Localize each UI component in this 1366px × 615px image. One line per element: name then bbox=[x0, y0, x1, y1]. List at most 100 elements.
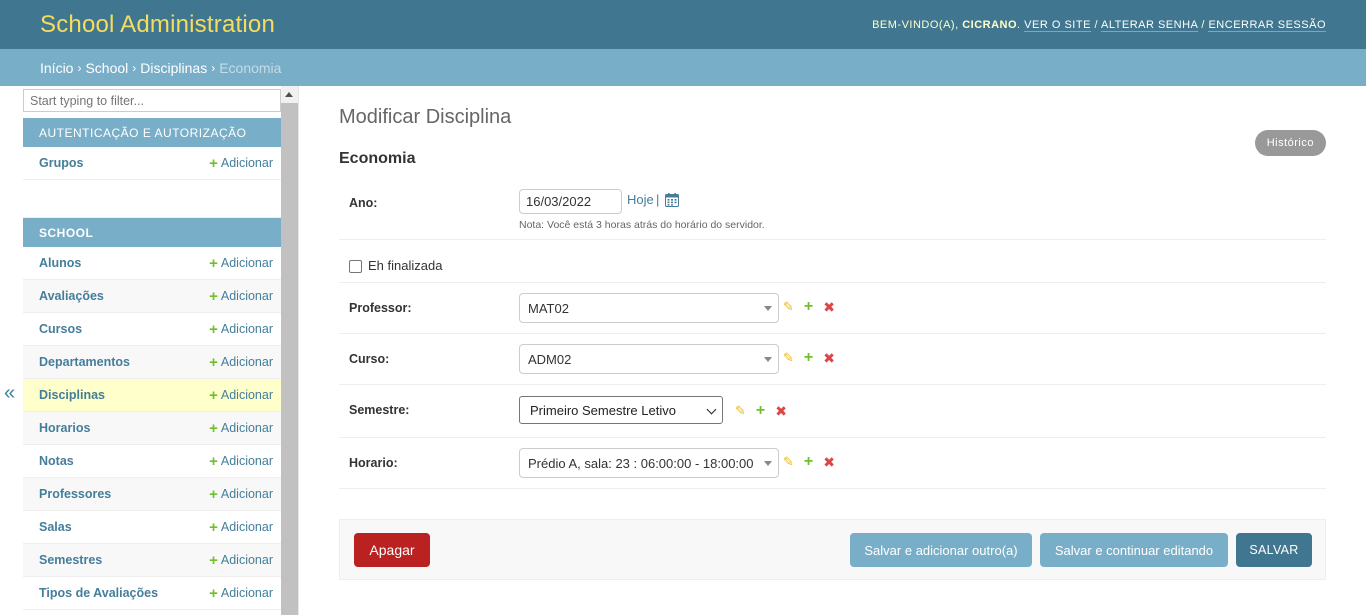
nav-sidebar: Autenticação e Autorização Grupos +Adici… bbox=[23, 89, 281, 615]
breadcrumb-school[interactable]: School bbox=[85, 60, 128, 76]
site-header: School Administration Bem-vindo(a), Cicr… bbox=[0, 0, 1366, 49]
delete-icon[interactable]: ✖ bbox=[823, 300, 835, 314]
breadcrumb-home[interactable]: Início bbox=[40, 60, 73, 76]
plus-icon: + bbox=[209, 287, 218, 305]
model-link-grupos[interactable]: Grupos bbox=[39, 156, 83, 170]
professor-select[interactable]: MAT02 bbox=[519, 293, 779, 323]
field-curso: Curso: ADM02 ✎ + ✖ bbox=[339, 334, 1326, 385]
field-finalizada: Eh finalizada bbox=[339, 240, 1326, 283]
sidebar-item-professores: Professores + Adicionar bbox=[23, 478, 281, 511]
scroll-up-icon[interactable] bbox=[281, 86, 298, 103]
chevron-down-icon bbox=[764, 357, 772, 362]
sidebar-item-semestres: Semestres + Adicionar bbox=[23, 544, 281, 577]
model-link-tipos-de-avaliacoes[interactable]: Tipos de Avaliações bbox=[39, 586, 158, 600]
sidebar-item-avaliacoes: Avaliações + Adicionar bbox=[23, 280, 281, 313]
site-name[interactable]: School Administration bbox=[40, 11, 275, 39]
add-alunos-link[interactable]: + Adicionar bbox=[209, 256, 273, 271]
submit-row: Apagar Salvar e adicionar outro(a) Salva… bbox=[339, 519, 1326, 580]
add-avaliacoes-link[interactable]: + Adicionar bbox=[209, 289, 273, 304]
add-salas-link[interactable]: + Adicionar bbox=[209, 520, 273, 535]
model-link-alunos[interactable]: Alunos bbox=[39, 256, 81, 270]
model-link-avaliacoes[interactable]: Avaliações bbox=[39, 289, 104, 303]
horario-select[interactable]: Prédio A, sala: 23 : 06:00:00 - 18:00:00 bbox=[519, 448, 779, 478]
delete-icon[interactable]: ✖ bbox=[775, 404, 787, 418]
add-notas-link[interactable]: + Adicionar bbox=[209, 454, 273, 469]
plus-icon: + bbox=[209, 386, 218, 404]
model-link-cursos[interactable]: Cursos bbox=[39, 322, 82, 336]
sidebar-item-tipos-de-avaliacoes: Tipos de Avaliações + Adicionar bbox=[23, 577, 281, 610]
sidebar-item-departamentos: Departamentos + Adicionar bbox=[23, 346, 281, 379]
change-password-link[interactable]: Alterar senha bbox=[1101, 18, 1198, 32]
finalizada-label[interactable]: Eh finalizada bbox=[368, 258, 442, 273]
add-grupos-link[interactable]: + Adicionar bbox=[209, 156, 273, 171]
semestre-select[interactable]: Primeiro Semestre Letivo bbox=[519, 396, 723, 424]
plus-icon: + bbox=[209, 452, 218, 470]
save-add-another-button[interactable]: Salvar e adicionar outro(a) bbox=[850, 533, 1032, 567]
module-caption-school[interactable]: School bbox=[23, 218, 281, 247]
welcome-text: Bem-vindo(a), bbox=[872, 18, 959, 31]
today-link[interactable]: Hoje bbox=[627, 192, 654, 207]
user-tools: Bem-vindo(a), Cicrano. Ver o site / Alte… bbox=[872, 18, 1326, 32]
add-horarios-link[interactable]: + Adicionar bbox=[209, 421, 273, 436]
model-link-salas[interactable]: Salas bbox=[39, 520, 72, 534]
finalizada-checkbox[interactable] bbox=[349, 260, 362, 273]
ano-date-input[interactable]: 16/03/2022 bbox=[519, 189, 622, 214]
calendar-icon[interactable] bbox=[665, 193, 679, 207]
plus-icon[interactable]: + bbox=[756, 403, 765, 419]
plus-icon: + bbox=[209, 254, 218, 272]
chevron-down-icon bbox=[706, 404, 717, 415]
module-caption-auth[interactable]: Autenticação e Autorização bbox=[23, 118, 281, 147]
horario-label: Horario: bbox=[349, 456, 398, 470]
view-site-link[interactable]: Ver o site bbox=[1024, 18, 1091, 32]
delete-button[interactable]: Apagar bbox=[354, 533, 430, 567]
breadcrumb-disciplinas[interactable]: Disciplinas bbox=[140, 60, 207, 76]
delete-icon[interactable]: ✖ bbox=[823, 351, 835, 365]
model-link-departamentos[interactable]: Departamentos bbox=[39, 355, 130, 369]
history-button[interactable]: Histórico bbox=[1254, 130, 1326, 156]
field-professor: Professor: MAT02 ✎ + ✖ bbox=[339, 283, 1326, 334]
model-link-professores[interactable]: Professores bbox=[39, 487, 111, 501]
add-tipos-de-avaliacoes-link[interactable]: + Adicionar bbox=[209, 586, 273, 601]
model-link-semestres[interactable]: Semestres bbox=[39, 553, 102, 567]
add-cursos-link[interactable]: + Adicionar bbox=[209, 322, 273, 337]
nav-filter-input[interactable] bbox=[23, 89, 281, 112]
plus-icon: + bbox=[209, 584, 218, 602]
pencil-icon[interactable]: ✎ bbox=[735, 403, 746, 419]
delete-icon[interactable]: ✖ bbox=[823, 455, 835, 469]
plus-icon: + bbox=[209, 154, 218, 172]
horario-related-actions: ✎ + ✖ bbox=[783, 454, 835, 470]
breadcrumb-current: Economia bbox=[219, 59, 282, 76]
sidebar-item-cursos: Cursos + Adicionar bbox=[23, 313, 281, 346]
save-button[interactable]: SALVAR bbox=[1236, 533, 1312, 567]
pencil-icon[interactable]: ✎ bbox=[783, 454, 794, 470]
model-link-horarios[interactable]: Horarios bbox=[39, 421, 90, 435]
pencil-icon[interactable]: ✎ bbox=[783, 299, 794, 315]
ano-label: Ano: bbox=[349, 196, 378, 210]
add-disciplinas-link[interactable]: + Adicionar bbox=[209, 388, 273, 403]
sidebar-item-salas: Salas + Adicionar bbox=[23, 511, 281, 544]
logout-link[interactable]: Encerrar sessão bbox=[1208, 18, 1326, 32]
add-semestres-link[interactable]: + Adicionar bbox=[209, 553, 273, 568]
professor-label: Professor: bbox=[349, 301, 412, 315]
chevron-down-icon bbox=[764, 306, 772, 311]
timezone-note: Nota: Você está 3 horas atrás do horário… bbox=[519, 219, 765, 231]
model-link-notas[interactable]: Notas bbox=[39, 454, 74, 468]
school-model-list: Alunos + Adicionar Avaliações + Adicionar Curs… bbox=[23, 247, 281, 610]
curso-select[interactable]: ADM02 bbox=[519, 344, 779, 374]
sidebar-item-horarios: Horarios + Adicionar bbox=[23, 412, 281, 445]
plus-icon[interactable]: + bbox=[804, 299, 813, 315]
breadcrumb: Início › School › Disciplinas › Economia bbox=[0, 49, 1366, 86]
add-professores-link[interactable]: + Adicionar bbox=[209, 487, 273, 502]
model-link-disciplinas[interactable]: Disciplinas bbox=[39, 388, 105, 402]
semestre-label: Semestre: bbox=[349, 403, 410, 417]
sidebar-scrollbar[interactable] bbox=[281, 86, 298, 615]
pencil-icon[interactable]: ✎ bbox=[783, 350, 794, 366]
plus-icon[interactable]: + bbox=[804, 454, 813, 470]
save-continue-button[interactable]: Salvar e continuar editando bbox=[1040, 533, 1228, 567]
field-ano: Ano: 16/03/2022 Hoje | Nota: Você está 3… bbox=[339, 178, 1326, 240]
plus-icon: + bbox=[209, 551, 218, 569]
plus-icon[interactable]: + bbox=[804, 350, 813, 366]
collapse-icon[interactable]: « bbox=[4, 382, 15, 405]
add-departamentos-link[interactable]: + Adicionar bbox=[209, 355, 273, 370]
professor-related-actions: ✎ + ✖ bbox=[783, 299, 835, 315]
